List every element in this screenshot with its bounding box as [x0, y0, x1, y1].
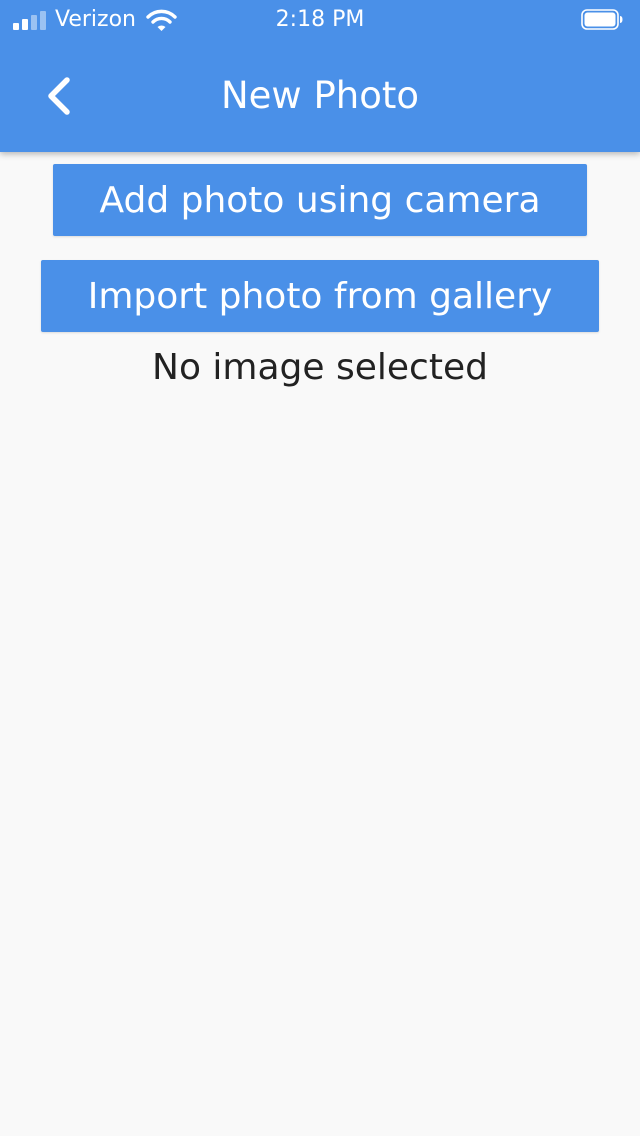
- status-time: 2:18 PM: [275, 7, 365, 32]
- status-bar: Verizon 2:18 PM: [0, 0, 640, 40]
- page-title: New Photo: [220, 74, 419, 117]
- app-bar: Verizon 2:18 PM New Photo: [0, 0, 640, 152]
- import-photo-gallery-button[interactable]: Import photo from gallery: [41, 260, 599, 332]
- battery-icon: [581, 9, 623, 30]
- add-photo-camera-button[interactable]: Add photo using camera: [53, 164, 587, 236]
- image-status-text: No image selected: [152, 347, 488, 388]
